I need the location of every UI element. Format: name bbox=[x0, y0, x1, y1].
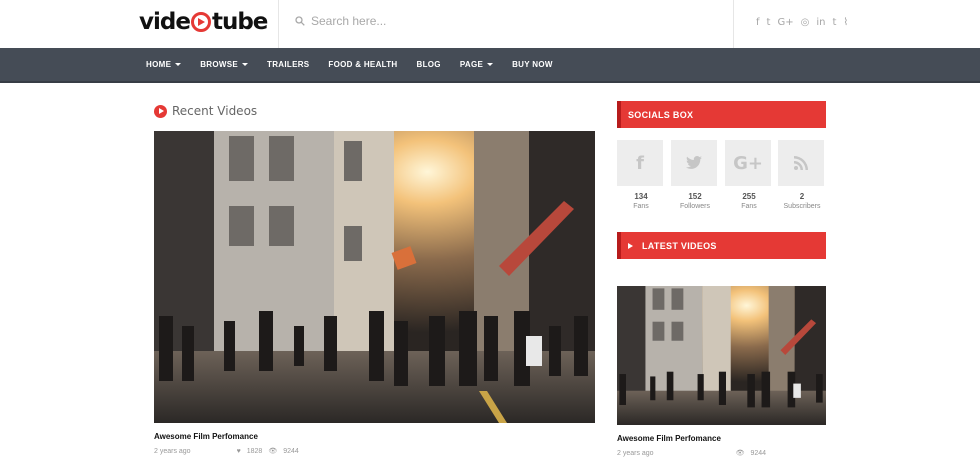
like-count: 1828 bbox=[246, 447, 263, 455]
street-scene-image bbox=[154, 131, 595, 423]
social-label: Fans bbox=[741, 203, 757, 210]
video-meta: 2 years ago ♥ 1828 👁 9244 bbox=[154, 447, 299, 456]
social-count: 134 bbox=[634, 192, 648, 201]
latest-video-title[interactable]: Awesome Film Perfomance bbox=[617, 434, 721, 443]
header: vide tube f t G+ ◎ in t ⌇ bbox=[0, 0, 980, 48]
play-circle-icon bbox=[154, 104, 167, 118]
latest-video-thumbnail[interactable] bbox=[617, 286, 826, 425]
tumblr-icon[interactable]: t bbox=[832, 17, 836, 28]
social-twitter[interactable]: 152 Followers bbox=[671, 140, 719, 210]
heart-icon: ♥ bbox=[236, 447, 241, 455]
instagram-icon[interactable]: ◎ bbox=[801, 17, 810, 28]
caret-down-icon bbox=[175, 63, 182, 66]
logo-play-icon bbox=[190, 12, 211, 32]
street-scene-image bbox=[617, 286, 826, 425]
nav-item-buy-now[interactable]: BUY NOW bbox=[512, 60, 553, 69]
eye-icon: 👁 bbox=[268, 448, 278, 455]
search-box bbox=[295, 14, 611, 28]
nav-item-blog[interactable]: BLOG bbox=[417, 60, 441, 69]
logo-text-start: vide bbox=[139, 9, 191, 35]
twitter-icon[interactable]: t bbox=[767, 17, 771, 28]
nav-item-browse[interactable]: BROWSE bbox=[200, 60, 249, 69]
nav-item-home[interactable]: HOME bbox=[146, 60, 182, 69]
video-title[interactable]: Awesome Film Perfomance bbox=[154, 432, 258, 441]
linkedin-icon[interactable]: in bbox=[816, 17, 825, 28]
rss-icon bbox=[778, 140, 824, 186]
caret-down-icon bbox=[487, 63, 494, 66]
social-count: 152 bbox=[688, 192, 702, 201]
google-plus-icon: G+ bbox=[725, 140, 771, 186]
social-google-plus[interactable]: G+ 255 Fans bbox=[725, 140, 773, 210]
view-count: 9244 bbox=[750, 449, 767, 457]
google-plus-icon[interactable]: G+ bbox=[777, 17, 793, 28]
social-label: Fans bbox=[633, 203, 649, 210]
eye-icon: 👁 bbox=[735, 450, 745, 457]
social-count: 2 bbox=[799, 192, 805, 201]
socials-box-heading: SOCIALS BOX bbox=[617, 101, 826, 128]
social-facebook[interactable]: f 134 Fans bbox=[617, 140, 665, 210]
latest-videos-heading: LATEST VIDEOS bbox=[617, 232, 826, 259]
nav-item-page[interactable]: PAGE bbox=[460, 60, 494, 69]
video-age: 2 years ago bbox=[154, 447, 191, 455]
logo-text-end: tube bbox=[211, 9, 268, 35]
recent-videos-heading: Recent Videos bbox=[154, 104, 257, 118]
view-count: 9244 bbox=[283, 447, 299, 455]
twitter-icon bbox=[671, 140, 717, 186]
social-label: Subscribers bbox=[783, 203, 821, 210]
nav-item-trailers[interactable]: TRAILERS bbox=[267, 60, 309, 69]
facebook-icon: f bbox=[617, 140, 663, 186]
header-divider bbox=[733, 0, 734, 48]
nav-item-food-health[interactable]: FOOD & HEALTH bbox=[328, 60, 397, 69]
video-thumbnail[interactable] bbox=[154, 131, 595, 423]
caret-down-icon bbox=[242, 63, 249, 66]
rss-icon[interactable]: ⌇ bbox=[843, 17, 848, 28]
social-count: 255 bbox=[742, 192, 756, 201]
video-age: 2 years ago bbox=[617, 449, 654, 457]
play-triangle-icon bbox=[628, 242, 633, 249]
logo[interactable]: vide tube bbox=[139, 9, 268, 35]
header-divider bbox=[278, 0, 279, 48]
search-icon bbox=[295, 16, 305, 26]
social-rss[interactable]: 2 Subscribers bbox=[778, 140, 826, 210]
search-input[interactable] bbox=[311, 14, 611, 28]
facebook-icon[interactable]: f bbox=[756, 17, 760, 28]
latest-video-meta: 2 years ago 👁 9244 bbox=[617, 449, 767, 458]
header-social-links: f t G+ ◎ in t ⌇ bbox=[756, 17, 848, 28]
main-navigation: HOME BROWSE TRAILERS FOOD & HEALTH BLOG … bbox=[0, 48, 980, 83]
social-label: Followers bbox=[680, 203, 710, 210]
